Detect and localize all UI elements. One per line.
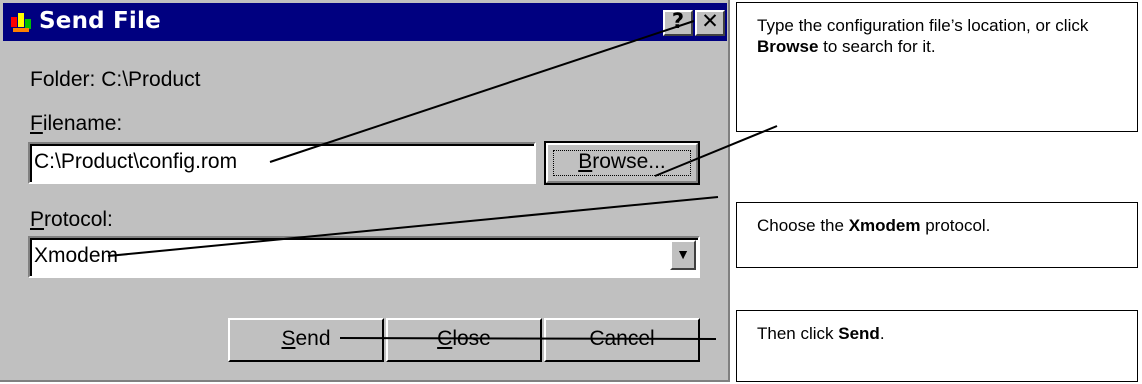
folder-row: Folder: C:\Product xyxy=(30,68,200,92)
filename-input[interactable]: C:\Product\config.rom xyxy=(28,142,536,184)
dialog-title: Send File xyxy=(39,8,161,34)
app-icon xyxy=(11,13,31,32)
dropdown-button[interactable]: ▼ xyxy=(670,240,696,270)
protocol-select[interactable]: Xmodem ▼ xyxy=(28,236,700,278)
filename-label: Filename: xyxy=(30,112,123,135)
send-button[interactable]: Send xyxy=(228,318,384,362)
chevron-down-icon: ▼ xyxy=(676,246,690,262)
folder-value: C:\Product xyxy=(101,68,201,91)
filename-value: C:\Product\config.rom xyxy=(34,150,238,173)
close-button[interactable]: Close xyxy=(386,318,542,362)
title-bar[interactable]: Send File ? ✕ xyxy=(3,3,727,41)
callout-send: Then click Send. xyxy=(736,310,1138,382)
cancel-button[interactable]: Cancel xyxy=(544,318,700,362)
folder-label: Folder: xyxy=(30,68,96,91)
protocol-value: Xmodem xyxy=(34,244,119,267)
help-button[interactable]: ? xyxy=(663,9,693,36)
protocol-label: Protocol: xyxy=(30,208,113,231)
browse-button[interactable]: Browse... xyxy=(544,141,700,185)
callout-protocol: Choose the Xmodem protocol. xyxy=(736,202,1138,268)
send-file-dialog: Send File ? ✕ Folder: C:\Product Filenam… xyxy=(0,0,730,382)
close-icon: ✕ xyxy=(701,9,719,33)
close-window-button[interactable]: ✕ xyxy=(695,9,725,36)
help-icon: ? xyxy=(671,9,685,33)
callout-filename: Type the configuration file’s location, … xyxy=(736,2,1138,132)
